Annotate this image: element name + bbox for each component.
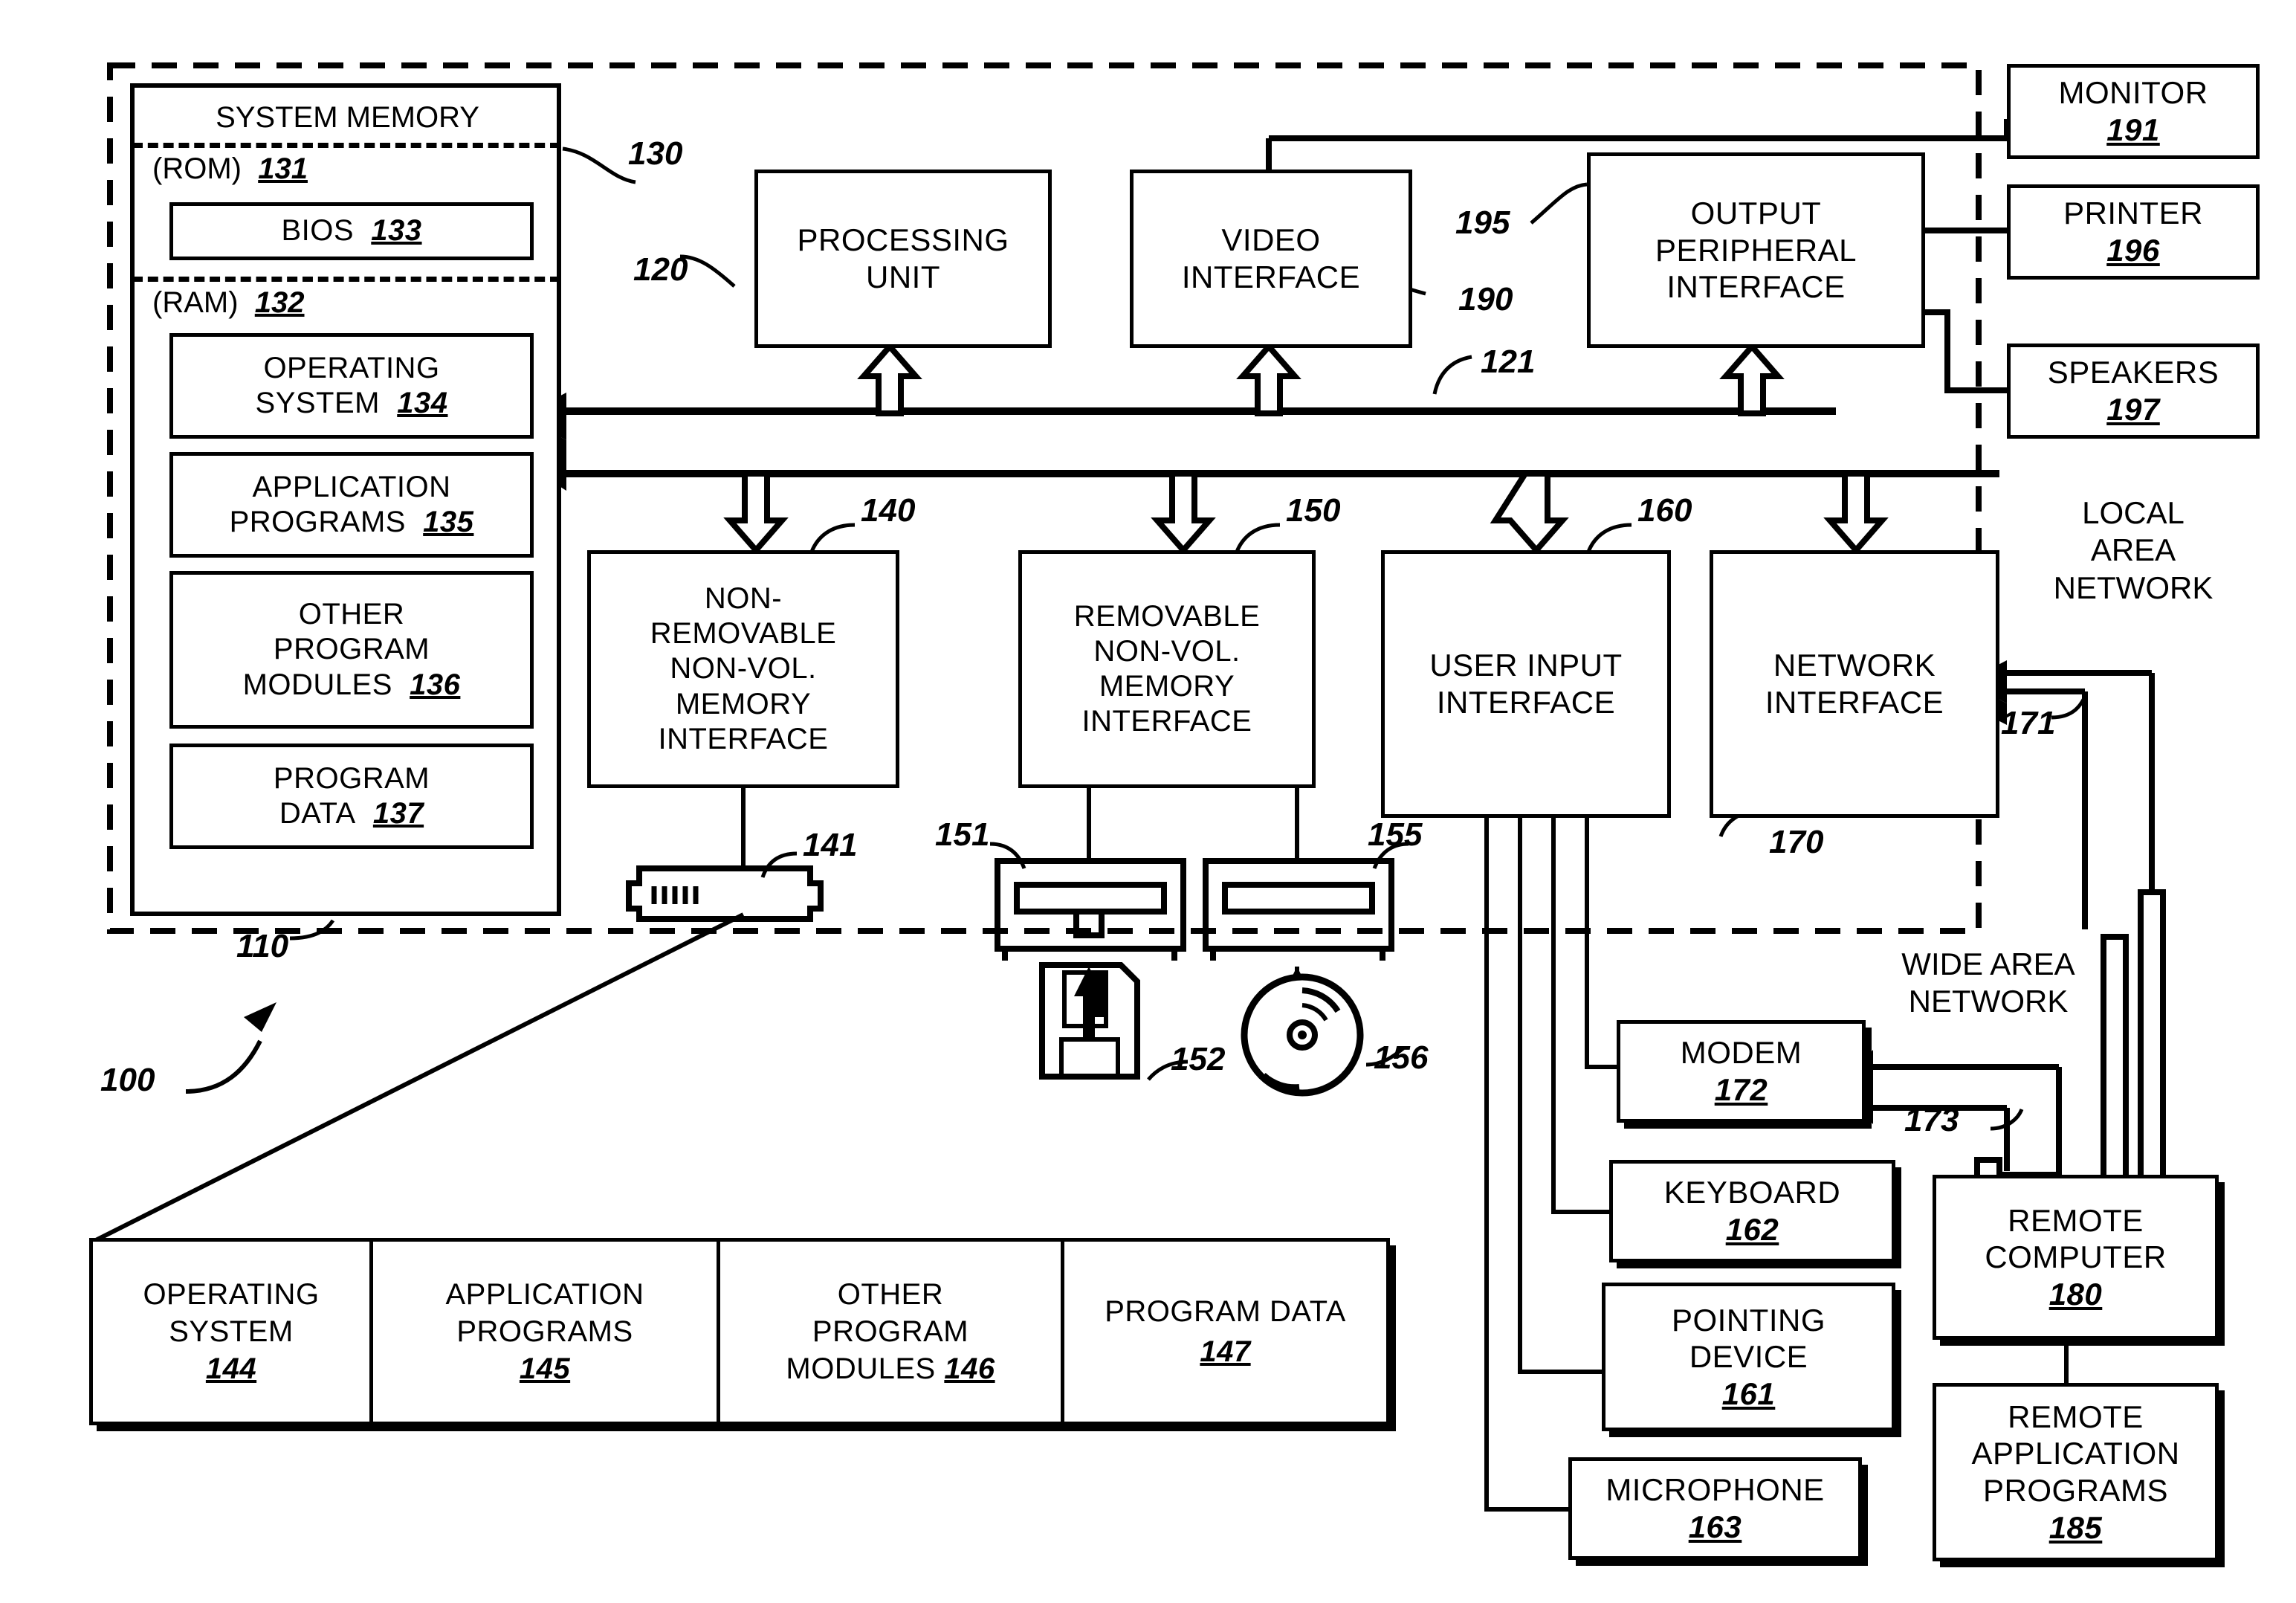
ram-block-operating-system: OPERATING SYSTEM 134 <box>169 333 534 439</box>
ram-divider <box>132 277 560 282</box>
monitor-box: MONITOR 191 <box>2007 64 2260 159</box>
ref-140: 140 <box>861 492 916 529</box>
storage-cell-other-program-modules: OTHER PROGRAM MODULES 146 <box>720 1242 1064 1422</box>
ram-block-program-data: PROGRAM DATA 137 <box>169 744 534 849</box>
floppy-disk-icon <box>1039 962 1140 1080</box>
ref-120: 120 <box>633 251 688 288</box>
ref-110: 110 <box>236 928 289 964</box>
ref-121: 121 <box>1481 344 1536 380</box>
ram-block-other-program-modules: OTHER PROGRAM MODULES 136 <box>169 571 534 729</box>
ram-block-application-programs: APPLICATION PROGRAMS 135 <box>169 452 534 558</box>
ref-170: 170 <box>1769 824 1824 860</box>
removable-memory-interface-box: REMOVABLE NON-VOL. MEMORY INTERFACE <box>1018 550 1316 788</box>
keyboard-box: KEYBOARD 162 <box>1609 1160 1895 1262</box>
hard-drive-icon <box>626 865 824 922</box>
optical-drive-icon <box>1203 858 1394 961</box>
video-interface-box: VIDEO INTERFACE <box>1130 170 1412 348</box>
ref-152: 152 <box>1171 1041 1226 1077</box>
rom-label: (ROM) 131 <box>152 152 308 185</box>
ref-173: 173 <box>1904 1102 1959 1138</box>
wide-area-network-label: WIDE AREA NETWORK <box>1901 946 2075 1019</box>
figure-canvas: .ln{stroke:#000;fill:none;} .w6{stroke-w… <box>0 0 2296 1603</box>
rom-divider <box>132 143 560 148</box>
remote-computer-box: REMOTE COMPUTER 180 <box>1933 1175 2219 1340</box>
floppy-drive-icon <box>995 858 1186 961</box>
ref-171: 171 <box>2001 705 2056 741</box>
ram-label: (RAM) 132 <box>152 286 305 319</box>
pointing-device-box: POINTING DEVICE 161 <box>1602 1283 1895 1431</box>
ref-150: 150 <box>1286 492 1341 529</box>
storage-cell-operating-system: OPERATING SYSTEM 144 <box>93 1242 373 1422</box>
user-input-interface-box: USER INPUT INTERFACE <box>1381 550 1671 818</box>
ref-151: 151 <box>935 816 990 853</box>
ref-190: 190 <box>1458 281 1513 317</box>
nonremovable-memory-interface-box: NON- REMOVABLE NON-VOL. MEMORY INTERFACE <box>587 550 899 788</box>
ref-160: 160 <box>1637 492 1692 529</box>
printer-box: PRINTER 196 <box>2007 184 2260 280</box>
network-interface-box: NETWORK INTERFACE <box>1710 550 1999 818</box>
ref-156: 156 <box>1374 1039 1429 1076</box>
system-memory-title: SYSTEM MEMORY <box>216 100 479 134</box>
remote-application-programs-box: REMOTE APPLICATION PROGRAMS 185 <box>1933 1383 2219 1561</box>
local-area-network-label: LOCAL AREA NETWORK <box>2053 495 2213 605</box>
ref-100: 100 <box>100 1062 155 1098</box>
ref-130: 130 <box>628 135 683 172</box>
processing-unit-box: PROCESSING UNIT <box>754 170 1052 348</box>
optical-disc-icon <box>1241 973 1364 1097</box>
modem-box: MODEM 172 <box>1617 1020 1866 1123</box>
ref-155: 155 <box>1368 816 1423 853</box>
speakers-box: SPEAKERS 197 <box>2007 344 2260 439</box>
ref-141: 141 <box>803 827 858 863</box>
ref-195: 195 <box>1455 204 1510 241</box>
output-peripheral-interface-box: OUTPUT PERIPHERAL INTERFACE <box>1587 152 1925 348</box>
storage-contents-table: OPERATING SYSTEM 144 APPLICATION PROGRAM… <box>89 1238 1390 1425</box>
bios-box: BIOS 133 <box>169 202 534 260</box>
storage-cell-program-data: PROGRAM DATA 147 <box>1105 1295 1346 1368</box>
storage-cell-application-programs: APPLICATION PROGRAMS 145 <box>373 1242 720 1422</box>
microphone-box: MICROPHONE 163 <box>1568 1457 1862 1560</box>
